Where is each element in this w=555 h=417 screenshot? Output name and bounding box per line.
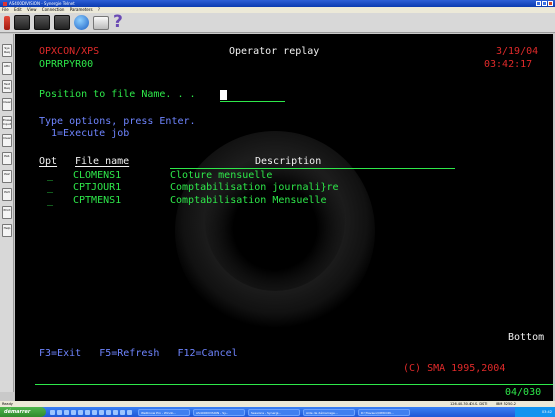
position-input[interactable] [220,101,285,102]
maximize-button[interactable] [542,1,547,6]
app-icon-3[interactable] [113,409,118,415]
bottom-indicator: Bottom [508,332,545,343]
file-name-2: CPTJOUR1 [73,182,122,193]
taskbar-item-aide[interactable]: Aide de démarrage... [303,408,355,416]
session-icon[interactable] [14,15,30,30]
pa2-button[interactable]: PA2 [2,170,12,183]
taskbar-item-travaux[interactable]: D:\Travaux\OPXCON... [358,408,410,416]
pa1-button[interactable]: PA1 [2,152,12,165]
erase-input-button[interactable]: Erase Input [2,116,12,129]
media-icon[interactable] [78,409,83,415]
system-tray: 03:42 [515,407,555,417]
description-1: Cloture mensuelle [170,170,273,181]
globe-icon[interactable] [74,15,89,30]
window-controls [536,1,553,6]
description-3: Comptabilisation Mensuelle [170,195,327,206]
start-button[interactable]: démarrer [0,407,46,417]
description-2: Comptabilisation journali}re [170,182,339,193]
menu-edit[interactable]: Edit [14,7,22,12]
help-icon[interactable]: ? [113,14,127,31]
ie-icon[interactable] [50,409,55,415]
file-name-1: CLOMENS1 [73,170,122,181]
menu-file[interactable]: File [2,7,9,12]
cursor-position: 04/030 [505,387,542,398]
app-icon-2[interactable] [106,409,111,415]
new-session-icon[interactable] [34,15,50,30]
menu-parameters[interactable]: Parameters [70,7,93,12]
text-cursor [220,90,227,100]
desktop-icon[interactable] [64,409,69,415]
option-field-2[interactable]: _ [47,182,53,194]
toolbar: ? [0,13,555,33]
taskbar-item-as400[interactable]: AS400DIVISION - Sy... [193,408,245,416]
option-legend: 1=Execute job [51,128,130,139]
help-button[interactable]: Help [2,224,12,237]
status-ready: Ready [2,402,13,406]
screen-title: Operator replay [229,46,320,57]
print-icon[interactable] [93,15,109,30]
app-icon-1[interactable] [99,409,104,415]
instructions-text: Type options, press Enter. [39,116,196,127]
position-prompt: Position to file Name. . . [39,89,196,100]
minimize-button[interactable] [536,1,541,6]
function-keys-legend: F3=Exit F5=Refresh F12=Cancel [39,348,238,359]
app-icon-4[interactable] [120,409,125,415]
clear-button[interactable]: Clear [2,98,12,111]
windows-taskbar: démarrer Wellknow Pro - Windo... AS400DI… [0,407,555,417]
terminal-screen[interactable]: OPXCON/XPS Operator replay 3/19/04 OPRRP… [15,34,553,401]
sysreq-button[interactable]: Sys Req [2,44,12,57]
print-screen-button[interactable]: Print [2,206,12,219]
explorer-icon[interactable] [71,409,76,415]
opt-header: Opt [39,156,58,167]
screen-date: 3/19/04 [496,46,539,57]
close-button[interactable] [548,1,553,6]
attn-button[interactable]: Attn [2,62,12,75]
file-name-3: CPTMENS1 [73,195,122,206]
clock: 03:42 [541,410,552,414]
menu-connection[interactable]: Connection [42,7,65,12]
system-name: OPXCON/XPS [39,46,100,57]
app-icon-5[interactable] [127,409,132,415]
description-header: Description [255,156,322,167]
taskbar-item-sessions[interactable]: Sessions - Synergi... [248,408,300,416]
word-icon[interactable] [85,409,90,415]
status-separator [35,384,553,385]
copyright-text: (C) SMA 1995,2004 [403,363,506,374]
app-icon [3,2,7,6]
clear-button-2[interactable]: Clear [2,134,12,147]
option-field-1[interactable]: _ [47,170,53,182]
testreq-button[interactable]: Test Req [2,80,12,93]
outlook-icon[interactable] [57,409,62,415]
taskbar-item-wellknow[interactable]: Wellknow Pro - Windo... [138,408,190,416]
menu-view[interactable]: View [27,7,37,12]
file-name-header: File name [75,156,130,167]
settings-icon[interactable] [54,15,70,30]
window-title: AS400DIVISION - Synergie Telnet [9,1,75,6]
excel-icon[interactable] [92,409,97,415]
quick-launch [50,409,132,415]
window-title-bar: AS400DIVISION - Synergie Telnet [0,0,555,7]
menu-help[interactable]: ? [98,7,100,12]
disconnect-icon[interactable] [4,15,10,30]
screen-time: 03:42:17 [484,59,533,70]
description-header-underline [170,168,455,169]
function-key-strip: Sys Req Attn Test Req Clear Erase Input … [0,34,14,392]
option-field-3[interactable]: _ [47,195,53,207]
program-name: OPRRPYR00 [39,59,94,70]
pa3-button[interactable]: PA3 [2,188,12,201]
